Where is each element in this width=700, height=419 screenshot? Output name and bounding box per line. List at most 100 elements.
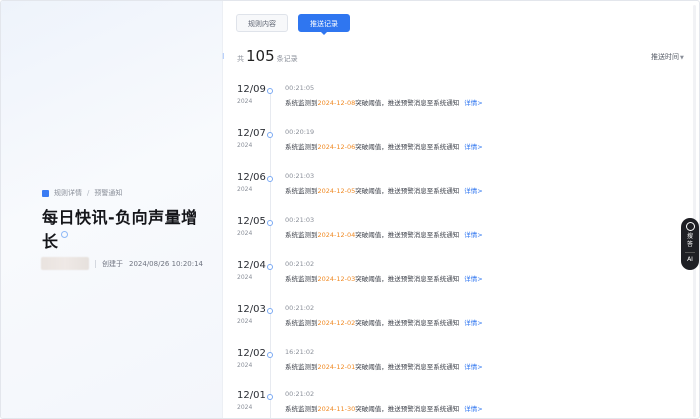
breadcrumb-root[interactable]: 规则详情 [54,188,82,198]
record-message: 系统监测到2024-12-06突破阈值，推送预警消息至系统通知 详情> [285,141,483,151]
record-date: 12/05 [237,216,266,227]
message-suffix: 突破阈值，推送预警消息至系统通知 [355,231,460,239]
record-message: 系统监测到2024-12-05突破阈值，推送预警消息至系统通知 详情> [285,185,483,195]
timeline-item: 12/01 2024 00:21:02 系统监测到2024-11-30突破阈值，… [223,385,663,418]
message-suffix: 突破阈值，推送预警消息至系统通知 [355,405,460,413]
timeline-item: 12/05 2024 00:21:03 系统监测到2024-12-04突破阈值，… [223,211,663,255]
tab-rule-content[interactable]: 规则内容 [236,14,288,32]
record-time: 16:21:02 [285,348,315,356]
message-suffix: 突破阈值，推送预警消息至系统通知 [355,187,460,195]
status-icon [60,231,68,238]
timeline-dot-icon [267,264,273,270]
message-date: 2024-12-05 [317,187,356,195]
timeline-dot-icon [267,220,273,226]
record-time: 00:21:05 [285,84,315,92]
sort-label: 推送时间 [651,53,679,61]
record-message: 系统监测到2024-12-04突破阈值，推送预警消息至系统通知 详情> [285,229,483,239]
record-message: 系统监测到2024-12-03突破阈值，推送预警消息至系统通知 详情> [285,273,483,283]
ai-bot-icon [685,222,695,231]
detail-link[interactable]: 详情> [464,275,482,283]
sort-arrow-icon: ▼ [680,55,684,61]
message-date: 2024-12-03 [317,275,356,283]
record-date: 12/09 [237,84,266,95]
record-date: 12/04 [237,260,266,271]
creator-avatar [41,257,89,270]
breadcrumb-current: 预警通知 [94,189,123,197]
message-prefix: 系统监测到 [285,143,318,151]
message-date: 2024-12-01 [317,363,356,371]
record-count: 共 105 条记录 [237,47,298,65]
message-suffix: 突破阈值，推送预警消息至系统通知 [355,99,460,107]
record-year: 2024 [237,362,253,369]
count-suffix: 条记录 [276,55,298,63]
message-suffix: 突破阈值，推送预警消息至系统通知 [355,275,460,283]
count-prefix: 共 [237,55,244,63]
record-year: 2024 [237,142,253,149]
ai-label-top: 搜 [686,233,693,240]
message-suffix: 突破阈值，推送预警消息至系统通知 [355,319,460,327]
timeline-dot-icon [267,132,273,138]
message-prefix: 系统监测到 [285,405,318,413]
message-prefix: 系统监测到 [285,99,318,107]
record-time: 00:21:02 [285,304,315,312]
detail-link[interactable]: 详情> [464,319,482,327]
rule-icon [42,189,49,197]
message-date: 2024-12-04 [317,231,356,239]
rule-meta: 创建于 2024/08/26 10:20:14 [41,257,203,270]
detail-link[interactable]: 详情> [464,99,482,107]
record-date: 12/01 [237,390,266,401]
breadcrumb: 规则详情 / 预警通知 [42,188,122,198]
timeline-dot-icon [267,88,273,94]
record-time: 00:21:03 [285,172,315,180]
message-date: 2024-12-06 [317,143,356,151]
rule-title: 每日快讯-负向声量增长 [42,208,198,251]
timeline-item: 12/09 2024 00:21:05 系统监测到2024-12-08突破阈值，… [223,79,663,123]
sort-dropdown[interactable]: 推送时间▼ [651,52,684,62]
record-date: 12/03 [237,304,266,315]
record-message: 系统监测到2024-11-30突破阈值，推送预警消息至系统通知 详情> [285,403,483,413]
record-date: 12/07 [237,128,266,139]
record-year: 2024 [237,318,253,325]
record-year: 2024 [237,274,253,281]
message-date: 2024-11-30 [317,405,356,413]
detail-link[interactable]: 详情> [464,143,482,151]
ai-assistant-button[interactable]: 搜 答 AI [681,218,699,270]
timeline-item: 12/03 2024 00:21:02 系统监测到2024-12-02突破阈值，… [223,299,663,343]
ai-label-bottom: AI [687,256,693,263]
ai-divider [685,252,695,253]
collapse-handle-icon[interactable]: ⁝ [222,53,225,61]
scrollbar[interactable] [693,5,696,417]
message-prefix: 系统监测到 [285,187,318,195]
record-year: 2024 [237,404,253,411]
detail-link[interactable]: 详情> [464,187,482,195]
breadcrumb-separator: / [87,189,90,197]
ai-label-mid: 答 [686,241,693,248]
timeline-dot-icon [267,176,273,182]
count-number: 105 [246,47,275,65]
page-title: 每日快讯-负向声量增长 [42,206,212,254]
record-date: 12/06 [237,172,266,183]
detail-link[interactable]: 详情> [464,405,482,413]
record-time: 00:21:02 [285,260,315,268]
push-timeline: 12/09 2024 00:21:05 系统监测到2024-12-08突破阈值，… [223,79,663,418]
record-year: 2024 [237,98,253,105]
record-time: 00:21:02 [285,390,315,398]
timeline-dot-icon [267,308,273,314]
timeline-item: 12/06 2024 00:21:03 系统监测到2024-12-05突破阈值，… [223,167,663,211]
created-label: 创建于 [102,259,123,268]
record-year: 2024 [237,186,253,193]
record-message: 系统监测到2024-12-01突破阈值，推送预警消息至系统通知 详情> [285,361,483,371]
detail-link[interactable]: 详情> [464,231,482,239]
record-year: 2024 [237,230,253,237]
timeline-dot-icon [267,394,273,400]
message-prefix: 系统监测到 [285,319,318,327]
timeline-item: 12/02 2024 16:21:02 系统监测到2024-12-01突破阈值，… [223,343,663,387]
timeline-item: 12/07 2024 00:20:19 系统监测到2024-12-06突破阈值，… [223,123,663,167]
record-time: 00:21:03 [285,216,315,224]
message-prefix: 系统监测到 [285,231,318,239]
timeline-dot-icon [267,352,273,358]
detail-link[interactable]: 详情> [464,363,482,371]
message-date: 2024-12-02 [317,319,356,327]
timeline-item: 12/04 2024 00:21:02 系统监测到2024-12-03突破阈值，… [223,255,663,299]
tab-push-records[interactable]: 推送记录 [298,14,350,35]
